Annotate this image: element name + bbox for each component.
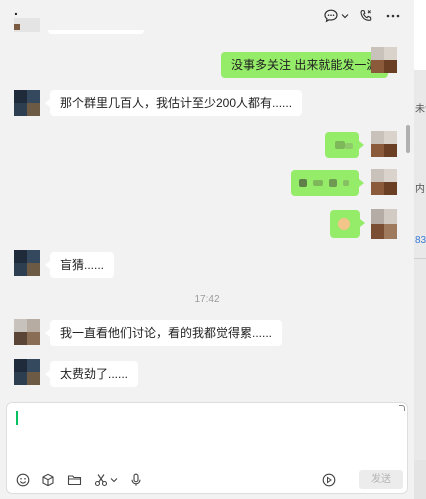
message-bubble-self-pixelated[interactable] (291, 170, 364, 196)
background-window-edge: 未读 内 83 (414, 0, 426, 499)
message-timestamp: 17:42 (194, 294, 220, 305)
avatar-contact[interactable] (14, 319, 40, 345)
avatar-contact[interactable] (14, 359, 40, 385)
more-icon[interactable] (384, 7, 402, 25)
message-bubble-contact[interactable]: 我一直看他们讨论，看的我都觉得累...... (44, 320, 283, 346)
background-text: 未读 (415, 104, 426, 115)
background-text: 83 (415, 235, 426, 246)
folder-icon[interactable] (66, 472, 82, 488)
avatar-self[interactable] (371, 47, 397, 73)
background-divider (414, 258, 426, 259)
microphone-icon[interactable] (128, 472, 144, 488)
message-bubble-self-pixelated[interactable] (330, 210, 365, 238)
chat-window: . 没事多关注 出来就能发一波 那个群里几百人，我估计至少200人都有.....… (0, 0, 414, 499)
voice-input-icon[interactable] (321, 472, 337, 488)
message-bubble-contact[interactable]: 太费劲了...... (44, 361, 139, 387)
chat-bubble-icon[interactable] (322, 7, 340, 25)
text-caret (16, 411, 18, 425)
avatar-self[interactable] (371, 131, 397, 157)
background-panel (414, 150, 426, 160)
emoji-icon[interactable] (15, 472, 31, 488)
avatar-self[interactable] (371, 169, 397, 195)
message-bubble-contact[interactable]: 那个群里几百人，我估计至少200人都有...... (44, 90, 303, 116)
chat-title: . (14, 2, 18, 18)
avatar-contact[interactable] (14, 250, 40, 276)
background-panel (414, 460, 426, 499)
cube-icon[interactable] (40, 472, 56, 488)
avatar-contact[interactable] (14, 90, 40, 116)
message-bubble-contact[interactable]: 盲猜...... (44, 252, 115, 278)
message-composer[interactable]: 发送 (6, 402, 408, 494)
message-bubble-self-pixelated[interactable] (325, 132, 364, 158)
scrollbar-thumb[interactable] (406, 125, 410, 153)
background-text: 内 (415, 184, 425, 195)
chevron-down-icon[interactable] (109, 472, 119, 488)
message-list[interactable]: 没事多关注 出来就能发一波 那个群里几百人，我估计至少200人都有...... (0, 32, 414, 400)
avatar-self[interactable] (371, 209, 397, 239)
message-bubble-self[interactable]: 没事多关注 出来就能发一波 (221, 52, 394, 78)
chat-header: . (0, 0, 414, 32)
scissors-icon[interactable] (93, 472, 109, 488)
send-button[interactable]: 发送 (359, 470, 403, 489)
resize-handle[interactable] (399, 405, 405, 411)
chevron-down-icon[interactable] (340, 7, 350, 25)
avatar (14, 18, 40, 32)
phone-icon[interactable] (357, 7, 375, 25)
background-panel (414, 0, 426, 70)
